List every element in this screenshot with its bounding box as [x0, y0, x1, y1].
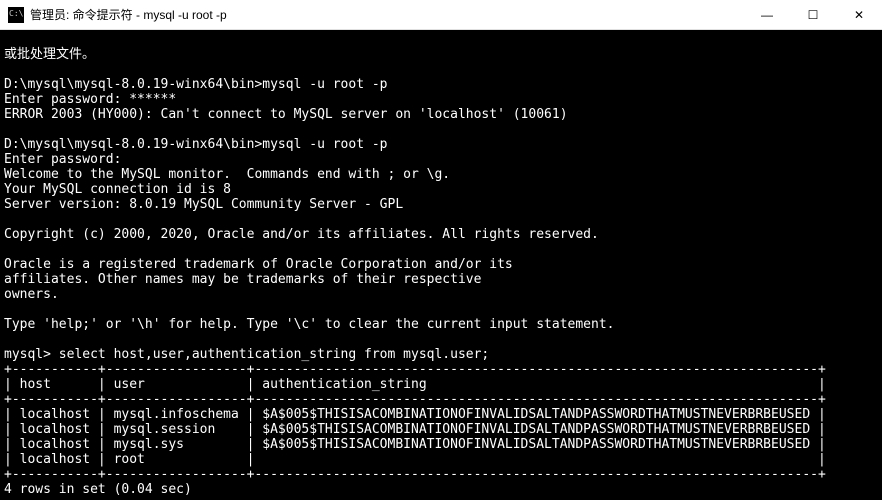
terminal-line: 4 rows in set (0.04 sec): [4, 482, 192, 497]
terminal-output[interactable]: 或批处理文件。 D:\mysql\mysql-8.0.19-winx64\bin…: [0, 30, 882, 500]
terminal-line: 或批处理文件。: [4, 47, 95, 62]
terminal-line: Server version: 8.0.19 MySQL Community S…: [4, 197, 403, 212]
terminal-line: D:\mysql\mysql-8.0.19-winx64\bin>mysql -…: [4, 77, 388, 92]
terminal-line: Oracle is a registered trademark of Orac…: [4, 257, 513, 272]
table-border: +-----------+------------------+--------…: [4, 362, 826, 377]
terminal-line: Enter password: ******: [4, 92, 176, 107]
terminal-line: Welcome to the MySQL monitor. Commands e…: [4, 167, 450, 182]
window-titlebar: 管理员: 命令提示符 - mysql -u root -p — ☐ ✕: [0, 0, 882, 30]
window-title: 管理员: 命令提示符 - mysql -u root -p: [30, 6, 744, 23]
table-row: | localhost | mysql.sys | $A$005$THISISA…: [4, 437, 826, 452]
terminal-line: owners.: [4, 287, 59, 302]
minimize-button[interactable]: —: [744, 0, 790, 29]
terminal-line: mysql> select host,user,authentication_s…: [4, 347, 489, 362]
terminal-line: Type 'help;' or '\h' for help. Type '\c'…: [4, 317, 614, 332]
table-row: | localhost | mysql.session | $A$005$THI…: [4, 422, 826, 437]
terminal-line: Copyright (c) 2000, 2020, Oracle and/or …: [4, 227, 599, 242]
terminal-line: D:\mysql\mysql-8.0.19-winx64\bin>mysql -…: [4, 137, 388, 152]
table-border: +-----------+------------------+--------…: [4, 392, 826, 407]
terminal-line: affiliates. Other names may be trademark…: [4, 272, 481, 287]
table-row: | localhost | root | |: [4, 452, 826, 467]
terminal-line: Your MySQL connection id is 8: [4, 182, 231, 197]
maximize-button[interactable]: ☐: [790, 0, 836, 29]
table-header-row: | host | user | authentication_string |: [4, 377, 826, 392]
window-controls: — ☐ ✕: [744, 0, 882, 29]
close-button[interactable]: ✕: [836, 0, 882, 29]
terminal-line: Enter password:: [4, 152, 121, 167]
terminal-line: ERROR 2003 (HY000): Can't connect to MyS…: [4, 107, 568, 122]
table-border: +-----------+------------------+--------…: [4, 467, 826, 482]
table-row: | localhost | mysql.infoschema | $A$005$…: [4, 407, 826, 422]
cmd-icon: [8, 7, 24, 23]
